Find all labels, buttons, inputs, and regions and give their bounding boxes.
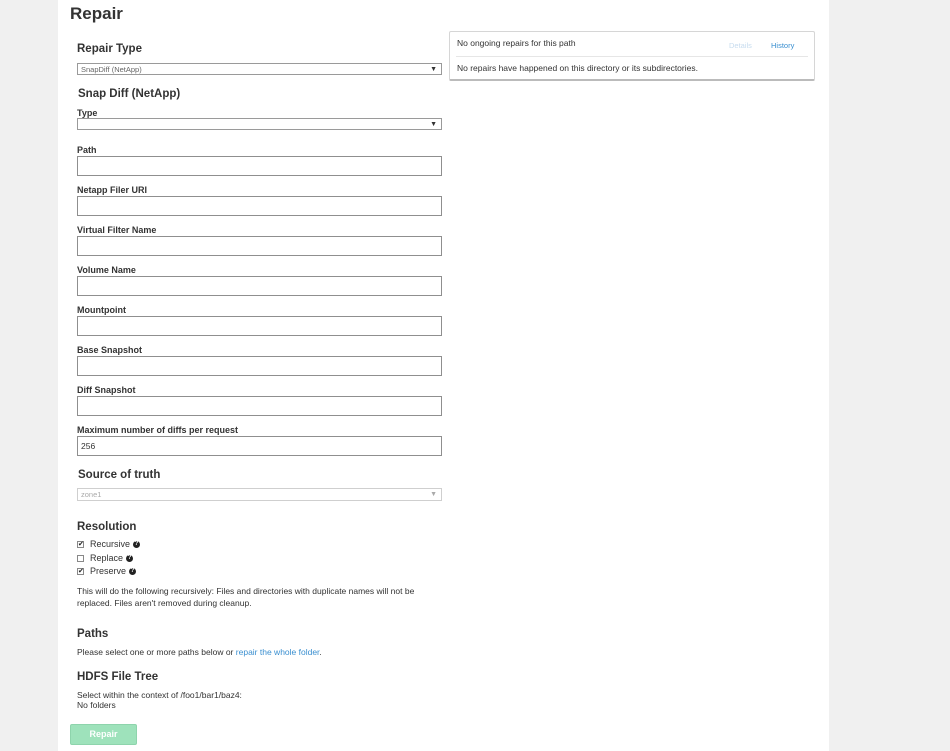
type-label: Type <box>77 108 98 118</box>
path-input[interactable] <box>77 156 442 176</box>
history-text: No repairs have happened on this directo… <box>457 63 698 73</box>
hdfs-tree-title: HDFS File Tree <box>77 671 159 683</box>
repair-panel: Repair Repair Type SnapDiff (NetApp) ▼ S… <box>58 0 829 751</box>
repair-button[interactable]: Repair <box>70 724 137 745</box>
diff-snapshot-input[interactable] <box>77 396 442 416</box>
path-label: Path <box>77 145 97 155</box>
resolution-description: This will do the following recursively: … <box>77 586 415 608</box>
chevron-down-icon: ▼ <box>430 121 437 128</box>
page-title: Repair <box>70 4 123 23</box>
virtual-filter-input[interactable] <box>77 236 442 256</box>
help-icon[interactable]: ? <box>133 540 141 548</box>
mountpoint-label: Mountpoint <box>77 305 126 315</box>
help-icon[interactable]: ? <box>126 554 134 562</box>
replace-option[interactable]: Replace ? <box>77 552 134 564</box>
chevron-down-icon: ▼ <box>430 491 437 498</box>
repair-type-select[interactable]: SnapDiff (NetApp) ▼ <box>77 63 442 75</box>
type-select[interactable]: ▼ <box>77 118 442 130</box>
replace-checkbox[interactable] <box>77 554 84 562</box>
repair-type-value: SnapDiff (NetApp) <box>81 65 142 74</box>
max-diffs-label: Maximum number of diffs per request <box>77 425 239 435</box>
diff-snapshot-label: Diff Snapshot <box>77 385 136 395</box>
filer-uri-input[interactable] <box>77 196 442 216</box>
chevron-down-icon: ▼ <box>430 66 437 73</box>
repair-status-box: No ongoing repairs for this path Details… <box>449 31 815 81</box>
mountpoint-input[interactable] <box>77 316 442 336</box>
paths-title: Paths <box>77 628 109 640</box>
source-of-truth-value: zone1 <box>81 490 102 499</box>
filer-uri-label: Netapp Filer URI <box>77 185 148 195</box>
recursive-label: Recursive <box>90 539 131 549</box>
volume-name-input[interactable] <box>77 276 442 296</box>
paths-prompt: Please select one or more paths below or <box>77 647 234 657</box>
preserve-label: Preserve <box>90 566 127 576</box>
replace-label: Replace <box>90 553 124 563</box>
base-snapshot-input[interactable] <box>77 356 442 376</box>
divider <box>456 56 808 57</box>
resolution-title: Resolution <box>77 521 137 533</box>
repair-type-title: Repair Type <box>77 43 142 55</box>
ongoing-status: No ongoing repairs for this path <box>457 38 576 48</box>
paths-suffix: . <box>319 647 322 657</box>
paths-prompt-line: Please select one or more paths below or… <box>77 647 457 659</box>
source-of-truth-title: Source of truth <box>78 469 161 481</box>
repair-whole-folder-link[interactable]: repair the whole folder <box>236 647 320 657</box>
snapdiff-title: Snap Diff (NetApp) <box>78 88 181 100</box>
max-diffs-input[interactable] <box>77 436 442 456</box>
volume-name-label: Volume Name <box>77 265 136 275</box>
preserve-checkbox[interactable]: ✔ <box>77 567 84 575</box>
source-of-truth-select[interactable]: zone1 ▼ <box>77 488 442 501</box>
preserve-option[interactable]: ✔ Preserve ? <box>77 565 137 577</box>
details-link[interactable]: Details <box>729 41 752 50</box>
recursive-checkbox[interactable]: ✔ <box>77 540 84 548</box>
virtual-filter-label: Virtual Filter Name <box>77 225 157 235</box>
help-icon[interactable]: ? <box>129 567 137 575</box>
hdfs-empty: No folders <box>77 700 116 710</box>
recursive-option[interactable]: ✔ Recursive ? <box>77 538 141 550</box>
base-snapshot-label: Base Snapshot <box>77 345 143 355</box>
history-link[interactable]: History <box>771 41 794 50</box>
